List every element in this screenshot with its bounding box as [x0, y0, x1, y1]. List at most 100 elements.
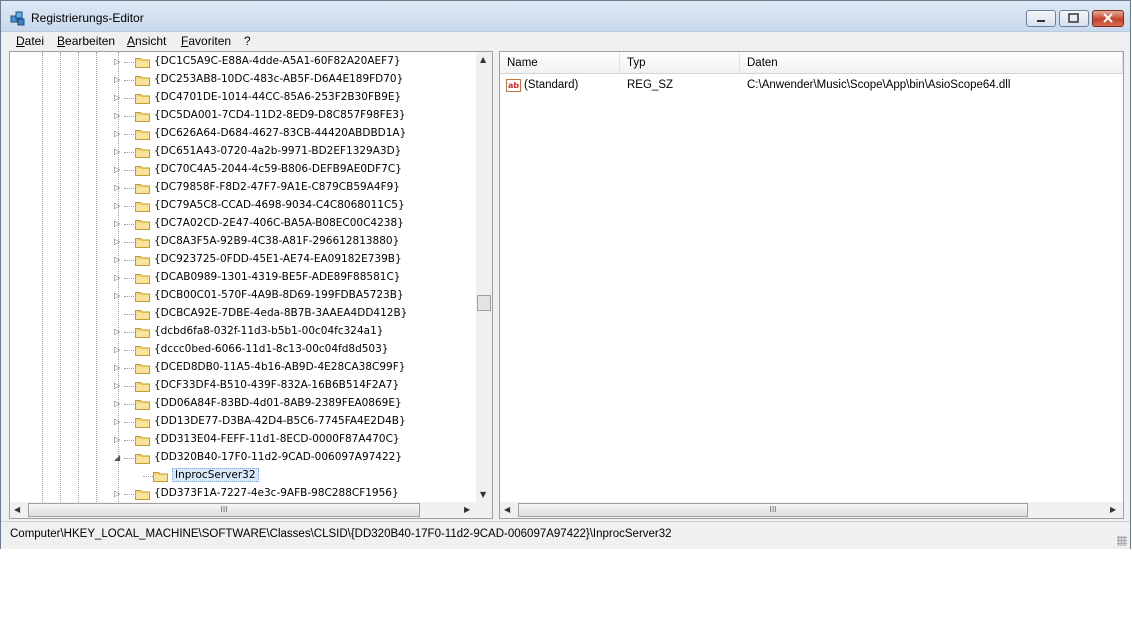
key-label: {DD13DE77-D3BA-42D4-B5C6-7745FA4E2D4B}: [154, 415, 406, 427]
tree-item[interactable]: ▷ {DCB00C01-570F-4A9B-8D69-199FDBA5723B}: [10, 287, 480, 305]
tree-vertical-scrollbar[interactable]: ▲ ▼: [476, 52, 492, 503]
list-hscroll-thumb[interactable]: III: [518, 503, 1028, 517]
expand-arrow-icon[interactable]: ▷: [114, 57, 122, 67]
scroll-up-icon[interactable]: ▲: [480, 55, 486, 64]
tree-connector: [124, 296, 134, 297]
expand-arrow-icon[interactable]: ▷: [114, 93, 122, 103]
tree-item[interactable]: ▷ {DC5DA001-7CD4-11D2-8ED9-D8C857F98FE3}: [10, 107, 480, 125]
tree-item[interactable]: ▷ {DC4701DE-1014-44CC-85A6-253F2B30FB9E}: [10, 89, 480, 107]
tree-item[interactable]: ▷ {DC626A64-D684-4627-83CB-44420ABDBD1A}: [10, 125, 480, 143]
tree-item[interactable]: ▷ {DD13DE77-D3BA-42D4-B5C6-7745FA4E2D4B}: [10, 413, 480, 431]
key-label: {DC5DA001-7CD4-11D2-8ED9-D8C857F98FE3}: [154, 109, 406, 121]
expand-arrow-icon[interactable]: ▷: [114, 75, 122, 85]
tree-item[interactable]: ▷ {DD373F1A-7227-4e3c-9AFB-98C288CF1956}: [10, 485, 480, 503]
tree-item[interactable]: ▷ {DC7A02CD-2E47-406C-BA5A-B08EC00C4238}: [10, 215, 480, 233]
tree-item[interactable]: ▷ {DC70C4A5-2044-4c59-B806-DEFB9AE0DF7C}: [10, 161, 480, 179]
tree-item[interactable]: ▷ {DD313E04-FEFF-11d1-8ECD-0000F87A470C}: [10, 431, 480, 449]
scroll-left-icon[interactable]: ◀: [14, 505, 20, 514]
expand-arrow-icon[interactable]: ▷: [114, 291, 122, 301]
minimize-button[interactable]: [1026, 10, 1056, 27]
tree-item[interactable]: ▷ {DC1C5A9C-E88A-4dde-A5A1-60F82A20AEF7}: [10, 53, 480, 71]
folder-icon: [135, 400, 150, 410]
key-label: {DC79A5C8-CCAD-4698-9034-C4C8068011C5}: [154, 199, 405, 211]
tree-connector: [124, 440, 134, 441]
column-type[interactable]: Typ: [620, 52, 740, 74]
key-label: {DCB00C01-570F-4A9B-8D69-199FDBA5723B}: [154, 289, 404, 301]
folder-icon: [135, 256, 150, 266]
tree-item[interactable]: InprocServer32: [10, 467, 480, 485]
expand-arrow-icon[interactable]: ▷: [114, 345, 122, 355]
expand-arrow-icon[interactable]: ▷: [114, 417, 122, 427]
tree-item[interactable]: ▷ {DCAB0989-1301-4319-BE5F-ADE89F88581C}: [10, 269, 480, 287]
expand-arrow-icon[interactable]: ▷: [114, 273, 122, 283]
key-label: {DCBCA92E-7DBE-4eda-8B7B-3AAEA4DD412B}: [154, 307, 408, 319]
menu-ansicht[interactable]: Ansicht: [127, 34, 166, 48]
tree-item[interactable]: ◢ {DD320B40-17F0-11d2-9CAD-006097A97422}: [10, 449, 480, 467]
tree-item[interactable]: ▷ {DCED8DB0-11A5-4b16-AB9D-4E28CA38C99F}: [10, 359, 480, 377]
expand-arrow-icon[interactable]: ▷: [114, 237, 122, 247]
value-list[interactable]: Name Typ Daten ab (Standard) REG_SZ C:\A…: [499, 51, 1124, 519]
column-name[interactable]: Name: [500, 52, 620, 74]
scroll-down-icon[interactable]: ▼: [480, 490, 486, 499]
tree-horizontal-scrollbar[interactable]: ◀ III ▶: [10, 502, 478, 518]
expand-arrow-icon[interactable]: ▷: [114, 183, 122, 193]
maximize-button[interactable]: [1059, 10, 1089, 27]
tree-item[interactable]: ▷ {dccc0bed-6066-11d1-8c13-00c04fd8d503}: [10, 341, 480, 359]
expand-arrow-icon[interactable]: ▷: [114, 399, 122, 409]
menu-favoriten[interactable]: Favoriten: [181, 34, 231, 48]
folder-icon: [135, 292, 150, 302]
close-button[interactable]: [1092, 10, 1124, 27]
folder-icon: [153, 472, 168, 482]
expand-arrow-icon[interactable]: ▷: [114, 489, 122, 499]
tree-item[interactable]: ▷ {DC651A43-0720-4a2b-9971-BD2EF1329A3D}: [10, 143, 480, 161]
tree-connector: [124, 206, 134, 207]
title-bar[interactable]: Registrierungs-Editor: [1, 1, 1130, 32]
scroll-left-icon[interactable]: ◀: [504, 505, 510, 514]
key-label: {DC70C4A5-2044-4c59-B806-DEFB9AE0DF7C}: [154, 163, 402, 175]
key-label: {DD06A84F-83BD-4d01-8AB9-2389FEA0869E}: [154, 397, 402, 409]
column-data[interactable]: Daten: [740, 52, 1123, 74]
expand-arrow-icon[interactable]: ▷: [114, 201, 122, 211]
menu-help[interactable]: ?: [244, 34, 251, 48]
value-row[interactable]: ab (Standard) REG_SZ C:\Anwender\Music\S…: [500, 76, 1123, 96]
value-data: C:\Anwender\Music\Scope\App\bin\AsioScop…: [747, 79, 1011, 91]
expand-arrow-icon[interactable]: ▷: [114, 255, 122, 265]
expand-arrow-icon[interactable]: ▷: [114, 129, 122, 139]
expand-arrow-icon[interactable]: ▷: [114, 147, 122, 157]
list-horizontal-scrollbar[interactable]: ◀ III ▶: [500, 502, 1123, 518]
folder-icon: [135, 238, 150, 248]
expand-arrow-icon[interactable]: ▷: [114, 435, 122, 445]
tree-item[interactable]: ▷ {DC923725-0FDD-45E1-AE74-EA09182E739B}: [10, 251, 480, 269]
menu-datei[interactable]: Datei: [16, 34, 44, 48]
tree-vscroll-thumb[interactable]: [477, 295, 491, 311]
tree-item[interactable]: ▷ {dcbd6fa8-032f-11d3-b5b1-00c04fc324a1}: [10, 323, 480, 341]
expand-arrow-icon[interactable]: ▷: [114, 381, 122, 391]
tree-item[interactable]: ▷ {DC253AB8-10DC-483c-AB5F-D6A4E189FD70}: [10, 71, 480, 89]
tree-item[interactable]: {DCBCA92E-7DBE-4eda-8B7B-3AAEA4DD412B}: [10, 305, 480, 323]
tree-item[interactable]: ▷ {DCF33DF4-B510-439F-832A-16B6B514F2A7}: [10, 377, 480, 395]
key-label: {DC1C5A9C-E88A-4dde-A5A1-60F82A20AEF7}: [154, 55, 401, 67]
key-label: {DC8A3F5A-92B9-4C38-A81F-296612813880}: [154, 235, 400, 247]
tree-item[interactable]: ▷ {DC79858F-F8D2-47F7-9A1E-C879CB59A4F9}: [10, 179, 480, 197]
scroll-right-icon[interactable]: ▶: [1110, 505, 1116, 514]
resize-grip-icon[interactable]: [1117, 536, 1127, 546]
key-tree[interactable]: ▷ {DC1C5A9C-E88A-4dde-A5A1-60F82A20AEF7} ▷…: [9, 51, 493, 519]
expand-arrow-icon[interactable]: ▷: [114, 327, 122, 337]
tree-item[interactable]: ▷ {DD06A84F-83BD-4d01-8AB9-2389FEA0869E}: [10, 395, 480, 413]
tree-item[interactable]: ▷ {DC79A5C8-CCAD-4698-9034-C4C8068011C5}: [10, 197, 480, 215]
tree-connector: [124, 224, 134, 225]
tree-connector: [124, 242, 134, 243]
expand-arrow-icon[interactable]: ▷: [114, 219, 122, 229]
folder-icon: [135, 328, 150, 338]
menu-bearbeiten[interactable]: Bearbeiten: [57, 34, 115, 48]
scroll-right-icon[interactable]: ▶: [464, 505, 470, 514]
expand-arrow-icon[interactable]: ▷: [114, 165, 122, 175]
expand-arrow-icon[interactable]: ▷: [114, 363, 122, 373]
expand-arrow-icon[interactable]: ▷: [114, 111, 122, 121]
tree-item[interactable]: ▷ {DC8A3F5A-92B9-4C38-A81F-296612813880}: [10, 233, 480, 251]
folder-icon: [135, 220, 150, 230]
tree-hscroll-thumb[interactable]: III: [28, 503, 420, 517]
folder-icon: [135, 310, 150, 320]
collapse-arrow-icon[interactable]: ◢: [114, 453, 122, 463]
tree-connector: [124, 494, 134, 495]
